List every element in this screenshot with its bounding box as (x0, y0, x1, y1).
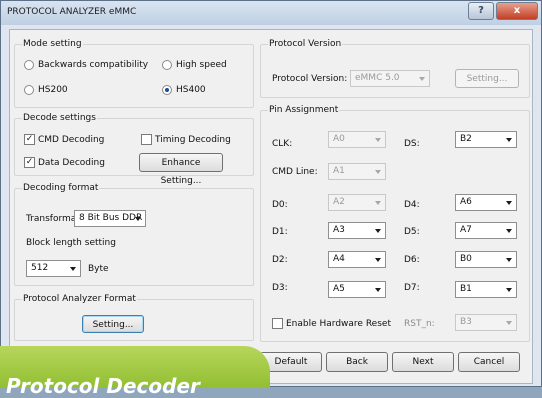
d3-select[interactable]: A5 (328, 281, 386, 298)
hardware-reset-label: Enable Hardware Reset (286, 319, 391, 329)
d3-label: D3: (272, 283, 288, 293)
protocol-version-value: eMMC 5.0 (355, 73, 400, 83)
protocol-version-field-label: Protocol Version: (272, 74, 348, 84)
enhance-setting-button[interactable]: Enhance Setting... (139, 153, 223, 186)
ds-select[interactable]: B2 (455, 131, 517, 148)
d0-select[interactable]: A2 (328, 194, 386, 211)
protocol-version-label: Protocol Version (268, 39, 343, 49)
mode-setting-label: Mode setting (22, 39, 83, 49)
chevron-down-icon (375, 229, 381, 233)
chevron-down-icon (506, 138, 512, 142)
radio-high-speed[interactable] (162, 60, 172, 70)
clk-label: CLK: (272, 139, 293, 149)
data-decoding-checkbox[interactable]: ✓ (24, 157, 35, 168)
timing-decoding-label: Timing Decoding (155, 135, 231, 145)
rst-select[interactable]: B3 (455, 314, 517, 331)
chevron-down-icon (375, 258, 381, 262)
analyzer-format-label: Protocol Analyzer Format (22, 294, 137, 304)
clk-value: A0 (333, 134, 345, 144)
chevron-down-icon (506, 321, 512, 325)
radio-backwards-compatibility[interactable] (24, 60, 34, 70)
chevron-down-icon (506, 201, 512, 205)
dialog-content: Mode setting Backwards compatibility Hig… (9, 29, 533, 384)
transformat-select[interactable]: 8 Bit Bus DDR (74, 210, 146, 227)
cmd-line-value: A1 (333, 166, 345, 176)
radio-hs200-label: HS200 (38, 85, 68, 95)
hardware-reset-checkbox[interactable] (272, 318, 283, 329)
data-decoding-label: Data Decoding (38, 158, 105, 168)
help-button[interactable]: ? (468, 2, 494, 20)
chevron-down-icon (375, 138, 381, 142)
chevron-down-icon (419, 77, 425, 81)
transformat-value: 8 Bit Bus DDR (79, 213, 143, 223)
timing-decoding-checkbox[interactable] (141, 134, 152, 145)
chevron-down-icon (70, 267, 76, 271)
mode-setting-group: Mode setting (14, 39, 254, 108)
chevron-down-icon (506, 258, 512, 262)
d6-value: B0 (460, 254, 472, 264)
banner-text: Protocol Decoder (6, 374, 200, 398)
cmd-line-select[interactable]: A1 (328, 163, 386, 180)
cancel-button[interactable]: Cancel (458, 352, 520, 372)
d2-value: A4 (333, 254, 345, 264)
d1-value: A3 (333, 225, 345, 235)
dialog-window: PROTOCOL ANALYZER eMMC ? x Mode setting … (0, 0, 542, 387)
decode-settings-label: Decode settings (22, 113, 97, 123)
d5-select[interactable]: A7 (455, 222, 517, 239)
radio-hs200[interactable] (24, 85, 34, 95)
back-button[interactable]: Back (326, 352, 388, 372)
d7-value: B1 (460, 284, 472, 294)
d1-label: D1: (272, 227, 288, 237)
d3-value: A5 (333, 284, 345, 294)
chevron-down-icon (375, 288, 381, 292)
cmd-decoding-checkbox[interactable]: ✓ (24, 134, 35, 145)
chevron-down-icon (506, 288, 512, 292)
chevron-down-icon (375, 201, 381, 205)
d4-value: A6 (460, 197, 472, 207)
radio-backwards-compatibility-label: Backwards compatibility (38, 60, 149, 70)
rst-label: RST_n: (404, 319, 435, 329)
protocol-version-setting-button[interactable]: Setting... (455, 69, 519, 88)
clk-select[interactable]: A0 (328, 131, 386, 148)
d4-label: D4: (404, 200, 420, 210)
d5-value: A7 (460, 225, 472, 235)
next-button[interactable]: Next (392, 352, 454, 372)
cmd-line-label: CMD Line: (272, 167, 318, 177)
d6-label: D6: (404, 255, 420, 265)
decoding-format-label: Decoding format (22, 183, 100, 193)
block-length-value: 512 (31, 263, 49, 273)
cmd-decoding-label: CMD Decoding (38, 135, 105, 145)
radio-high-speed-label: High speed (176, 60, 227, 70)
analyzer-format-setting-button[interactable]: Setting... (82, 315, 144, 333)
chevron-down-icon (375, 170, 381, 174)
chevron-down-icon (506, 229, 512, 233)
d7-label: D7: (404, 283, 420, 293)
protocol-decoder-banner: Protocol Decoder (0, 346, 270, 398)
d5-label: D5: (404, 227, 420, 237)
block-length-label: Block length setting (26, 238, 116, 248)
chevron-down-icon (135, 217, 141, 221)
pin-assignment-label: Pin Assignment (268, 105, 340, 115)
d0-label: D0: (272, 200, 288, 210)
title-bar[interactable]: PROTOCOL ANALYZER eMMC ? x (1, 1, 541, 25)
block-length-select[interactable]: 512 (26, 260, 81, 277)
radio-hs400[interactable] (162, 85, 172, 95)
d2-select[interactable]: A4 (328, 251, 386, 268)
rst-value: B3 (460, 317, 472, 327)
d0-value: A2 (333, 197, 345, 207)
d4-select[interactable]: A6 (455, 194, 517, 211)
d7-select[interactable]: B1 (455, 281, 517, 298)
window-title: PROTOCOL ANALYZER eMMC (7, 7, 137, 17)
radio-hs400-label: HS400 (176, 85, 206, 95)
d1-select[interactable]: A3 (328, 222, 386, 239)
ds-label: DS: (404, 139, 420, 149)
d6-select[interactable]: B0 (455, 251, 517, 268)
protocol-version-select[interactable]: eMMC 5.0 (350, 70, 430, 87)
close-button[interactable]: x (496, 2, 538, 20)
d2-label: D2: (272, 255, 288, 265)
block-length-unit: Byte (88, 264, 109, 274)
ds-value: B2 (460, 134, 472, 144)
